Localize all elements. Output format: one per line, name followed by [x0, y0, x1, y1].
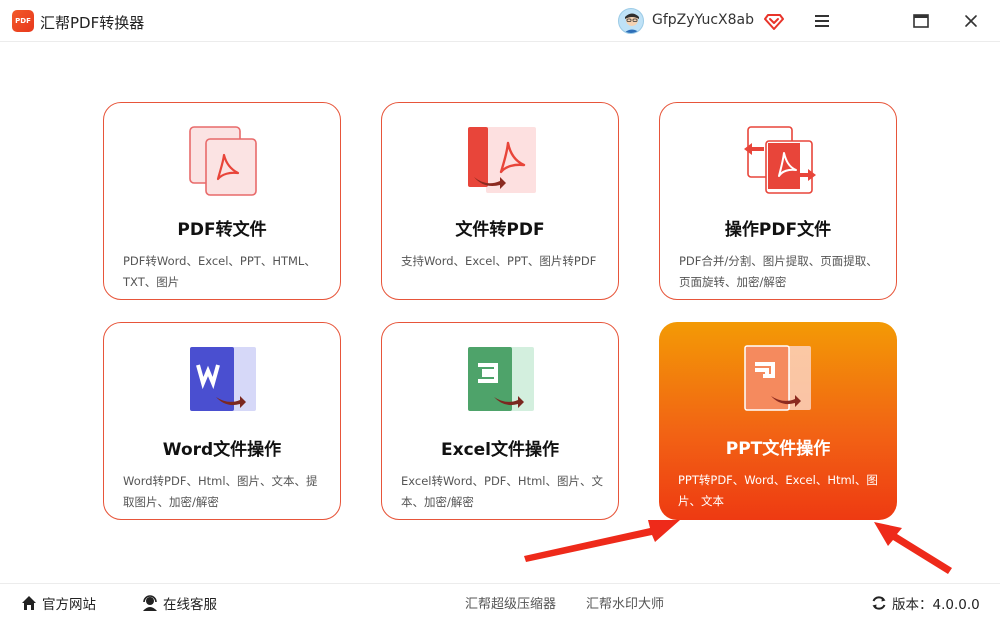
card-word[interactable]: Word文件操作 Word转PDF、Html、图片、文本、提取图片、加密/解密 [103, 322, 341, 520]
card-title: Excel文件操作 [440, 440, 559, 460]
app-title: 汇帮PDF转换器 [40, 14, 145, 32]
close-icon[interactable] [962, 12, 980, 30]
excel-icon [468, 347, 534, 411]
card-operate-pdf[interactable]: 操作PDF文件 PDF合并/分割、图片提取、页面提取、页面旋转、加密/解密 [659, 102, 897, 300]
card-excel[interactable]: Excel文件操作 Excel转Word、PDF、Html、图片、文本、加密/解… [381, 322, 619, 520]
card-description: PPT转PDF、Word、Excel、Html、图片、文本 [678, 473, 878, 508]
compressor-link[interactable]: 汇帮超级压缩器 [465, 593, 556, 612]
vip-diamond-icon[interactable] [764, 11, 784, 31]
avatar-icon [624, 13, 640, 33]
menu-icon[interactable] [813, 12, 831, 30]
username[interactable]: GfpZyYucX8ab [652, 12, 754, 28]
app-logo: PDF [12, 10, 34, 32]
watermark-link[interactable]: 汇帮水印大师 [586, 593, 664, 612]
card-ppt[interactable]: PPT文件操作 PPT转PDF、Word、Excel、Html、图片、文本 [659, 322, 897, 520]
left-annotation-arrow [524, 520, 680, 562]
title-bar: PDF 汇帮PDF转换器 GfpZyYucX8ab [0, 0, 1000, 42]
card-description: PDF转Word、Excel、PPT、HTML、TXT、图片 [123, 254, 316, 289]
card-description: 支持Word、Excel、PPT、图片转PDF [401, 254, 597, 268]
card-pdf-to-file[interactable]: PDF转文件 PDF转Word、Excel、PPT、HTML、TXT、图片 [103, 102, 341, 300]
annotation-arrows [524, 520, 952, 574]
version-label: 版本：4.0.0.0 [892, 597, 980, 613]
card-title: PDF转文件 [177, 220, 267, 240]
word-icon [190, 347, 256, 411]
version-info[interactable]: 版本：4.0.0.0 [870, 593, 980, 613]
refresh-icon [872, 596, 886, 610]
ppt-icon [744, 345, 811, 411]
card-file-to-pdf[interactable]: 文件转PDF 支持Word、Excel、PPT、图片转PDF [381, 102, 619, 300]
home-icon [22, 596, 36, 610]
headset-icon [143, 595, 157, 611]
official-website-label: 官方网站 [42, 597, 96, 613]
card-title: 文件转PDF [455, 220, 545, 240]
card-title: PPT文件操作 [725, 439, 831, 459]
right-annotation-arrow [874, 522, 952, 574]
file-to-pdf-icon [468, 127, 536, 193]
card-title: 操作PDF文件 [724, 220, 832, 240]
online-support-label: 在线客服 [163, 597, 217, 613]
card-title: Word文件操作 [162, 440, 282, 460]
avatar[interactable] [618, 8, 644, 34]
pdf-convert-icon [189, 126, 257, 196]
pdf-operate-icon [744, 126, 816, 194]
online-support-link[interactable]: 在线客服 [141, 593, 217, 613]
card-description: Word转PDF、Html、图片、文本、提取图片、加密/解密 [123, 474, 318, 509]
footer: 官方网站 在线客服 汇帮超级压缩器 汇帮水印大师 版本：4.0.0.0 [0, 583, 1000, 617]
card-description: Excel转Word、PDF、Html、图片、文本、加密/解密 [401, 474, 603, 509]
app-logo-text: PDF [15, 17, 31, 25]
official-website-link[interactable]: 官方网站 [20, 593, 96, 613]
maximize-icon[interactable] [912, 12, 930, 30]
card-description: PDF合并/分割、图片提取、页面提取、页面旋转、加密/解密 [679, 254, 878, 289]
